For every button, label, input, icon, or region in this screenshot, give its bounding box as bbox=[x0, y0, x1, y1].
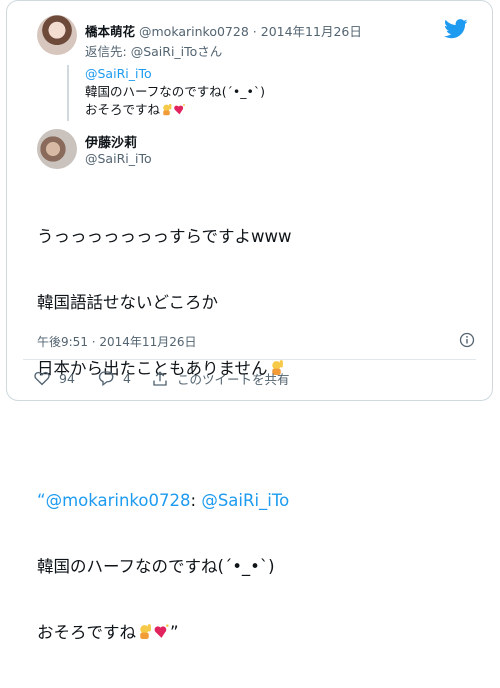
blank-line: ​ bbox=[37, 424, 292, 446]
quote-colon: : bbox=[190, 491, 197, 510]
tweet-timestamp[interactable]: 午後9:51 · 2014年11月26日 bbox=[37, 333, 196, 350]
quote-mention-2[interactable]: @SaiRi_iTo bbox=[201, 491, 289, 510]
raising-hand-emoji bbox=[163, 103, 172, 116]
sparkling-heart-emoji bbox=[154, 624, 169, 638]
author-name[interactable]: 伊藤沙莉 bbox=[85, 132, 137, 151]
tweet-text: うっっっっっっっすらですよwww 韓国語話せないどころか 日本から出たこともあり… bbox=[37, 182, 292, 688]
separator: · bbox=[252, 24, 257, 39]
replied-author-name[interactable]: 橋本萌花 bbox=[85, 24, 135, 39]
share-icon bbox=[153, 370, 167, 386]
tweet-line-6-text: おそろですね bbox=[37, 623, 136, 642]
author-handle[interactable]: @SaiRi_iTo bbox=[85, 151, 152, 166]
quote-close: ” bbox=[170, 623, 179, 642]
reply-prefix: 返信先: bbox=[85, 44, 127, 59]
quote-open: “ bbox=[37, 491, 46, 510]
heart-icon bbox=[34, 371, 50, 386]
share-button[interactable]: このツイートを共有 bbox=[151, 369, 290, 388]
replied-tweet-body: @SaiRi_iTo 韓国のハーフなのですね(´•_•`) おそろですね bbox=[85, 65, 265, 119]
like-button[interactable]: 94 bbox=[33, 369, 75, 387]
body-mention[interactable]: @SaiRi_iTo bbox=[85, 66, 152, 81]
tweet-line-1: うっっっっっっっすらですよwww bbox=[37, 227, 292, 246]
replied-to-tweet[interactable]: 橋本萌花 @mokarinko0728 · 2014年11月26日 返信先: @… bbox=[7, 1, 492, 121]
reply-button[interactable]: 4 bbox=[97, 369, 131, 387]
tweet-card: 橋本萌花 @mokarinko0728 · 2014年11月26日 返信先: @… bbox=[6, 0, 493, 642]
thread-line bbox=[67, 65, 69, 121]
replied-line-2-text: おそろですね bbox=[85, 102, 161, 117]
raising-hand-emoji bbox=[140, 624, 151, 639]
tweet-line-4: “@mokarinko0728: @SaiRi_iTo bbox=[37, 490, 292, 512]
replied-author-handle[interactable]: @mokarinko0728 bbox=[139, 24, 249, 39]
divider bbox=[23, 359, 476, 360]
reply-to-mention[interactable]: @SaiRi_iToさん bbox=[131, 44, 223, 59]
share-label: このツイートを共有 bbox=[177, 372, 290, 387]
replied-date[interactable]: 2014年11月26日 bbox=[261, 24, 362, 39]
reply-icon bbox=[98, 371, 114, 387]
avatar[interactable] bbox=[37, 15, 77, 55]
quote-mention-1[interactable]: @mokarinko0728 bbox=[46, 491, 191, 510]
avatar[interactable] bbox=[37, 129, 77, 169]
tweet-line-5: 韓国のハーフなのですね(´•_•`) bbox=[37, 557, 275, 576]
replied-line-1: 韓国のハーフなのですね(´•_•`) bbox=[85, 84, 266, 99]
replied-tweet-header: 橋本萌花 @mokarinko0728 · 2014年11月26日 bbox=[85, 21, 362, 40]
reply-count: 4 bbox=[123, 370, 131, 386]
like-count: 94 bbox=[59, 370, 75, 386]
info-icon[interactable] bbox=[459, 332, 475, 348]
sparkling-heart-emoji bbox=[174, 104, 185, 115]
reply-context: 返信先: @SaiRi_iToさん bbox=[85, 41, 222, 60]
tweet-line-2: 韓国語話せないどころか bbox=[37, 293, 219, 312]
tweet-line-6: おそろですね ” bbox=[37, 622, 292, 644]
replied-line-2: おそろですね bbox=[85, 101, 265, 119]
